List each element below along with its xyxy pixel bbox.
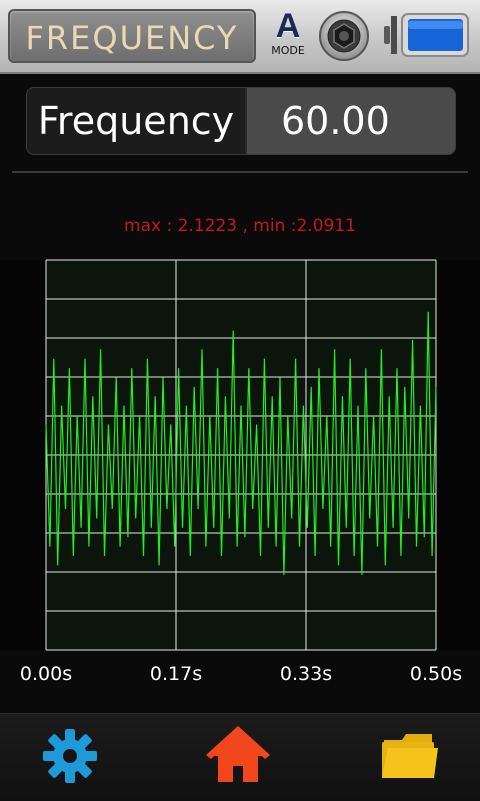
camera-shutter-icon[interactable]: [318, 10, 370, 62]
folder-icon[interactable]: [378, 726, 442, 786]
battery-icon: [382, 12, 472, 58]
waveform-chart: 0.00s 0.17s 0.33s 0.50s: [0, 250, 480, 690]
x-tick-label: 0.00s: [20, 663, 72, 685]
frequency-readout: Frequency 60.00: [26, 87, 456, 155]
home-icon[interactable]: [206, 726, 270, 786]
mode-letter: A: [275, 7, 301, 45]
page-title: FREQUENCY: [25, 19, 239, 57]
gear-icon[interactable]: [38, 726, 102, 786]
title-box: FREQUENCY: [8, 9, 256, 63]
top-bar: FREQUENCY A MODE: [0, 0, 480, 74]
x-tick-label: 0.33s: [280, 663, 332, 685]
frequency-value: 60.00: [247, 88, 455, 154]
x-tick-label: 0.17s: [150, 663, 202, 685]
max-min-text: max : 2.1223 , min :2.0911: [124, 216, 356, 236]
divider: [12, 171, 468, 173]
x-tick-label: 0.50s: [410, 663, 462, 685]
mode-label: MODE: [271, 44, 305, 57]
mode-button[interactable]: A MODE: [266, 8, 310, 64]
bottom-nav: [0, 713, 480, 801]
frequency-label: Frequency: [27, 88, 245, 154]
